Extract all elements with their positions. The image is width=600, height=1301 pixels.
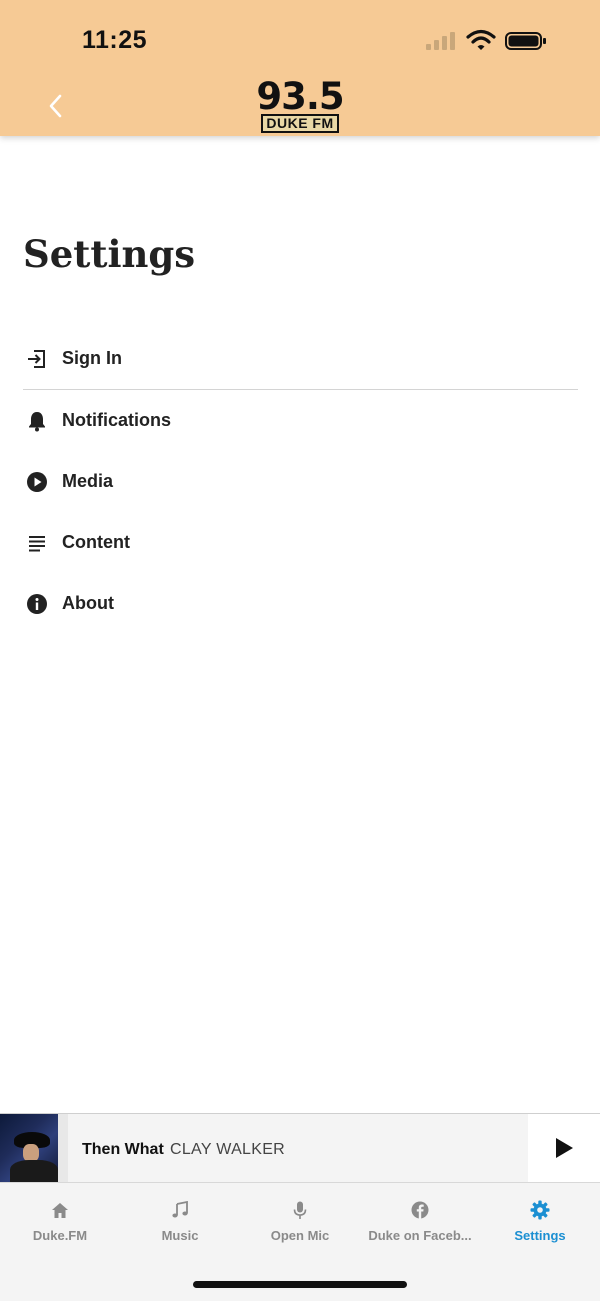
song-title: Then What	[82, 1141, 164, 1158]
status-time: 11:25	[82, 26, 148, 54]
menu-label-notifications: Notifications	[62, 410, 172, 430]
menu-label-content: Content	[62, 532, 130, 552]
menu-item-sign-in[interactable]: Sign In	[23, 328, 578, 390]
logo-number: 93.5	[256, 75, 344, 118]
cellular-signal-icon	[426, 32, 458, 50]
song-artist: CLAY WALKER	[170, 1141, 286, 1158]
menu-label-media: Media	[62, 471, 114, 491]
tab-label-settings: Settings	[514, 1228, 566, 1243]
tab-open-mic[interactable]: Open Mic	[240, 1199, 360, 1249]
play-circle-icon	[23, 468, 51, 496]
tab-settings[interactable]: Settings	[480, 1199, 600, 1249]
settings-menu: Sign In Notifications Media Content Abou…	[23, 328, 578, 634]
text-lines-icon	[23, 529, 51, 557]
menu-label-sign-in: Sign In	[62, 348, 122, 368]
home-icon	[0, 1199, 120, 1221]
sign-in-icon	[23, 345, 51, 373]
now-playing-bar[interactable]: Then What CLAY WALKER	[0, 1113, 600, 1182]
battery-icon	[505, 32, 546, 50]
info-icon	[23, 590, 51, 618]
tab-duke-fm[interactable]: Duke.FM	[0, 1199, 120, 1249]
page-title: Settings	[23, 232, 196, 276]
chevron-left-icon	[49, 94, 62, 118]
tab-duke-on-facebook[interactable]: Duke on Faceb...	[360, 1199, 480, 1249]
play-button[interactable]	[528, 1114, 600, 1182]
menu-item-about[interactable]: About	[23, 573, 578, 634]
microphone-icon	[240, 1199, 360, 1221]
tab-music[interactable]: Music	[120, 1199, 240, 1249]
gear-icon	[480, 1199, 600, 1221]
back-button[interactable]	[40, 86, 70, 126]
logo-brand: DUKE FM	[261, 114, 339, 133]
bell-icon	[23, 407, 51, 435]
station-logo: 93.5 DUKE FM	[252, 75, 348, 134]
wifi-icon	[466, 29, 496, 50]
app-header: 11:25 93.5 DUKE FM	[0, 0, 600, 136]
facebook-icon	[360, 1199, 480, 1221]
home-indicator	[193, 1281, 407, 1288]
tab-label-duke-on-facebook: Duke on Faceb...	[368, 1228, 472, 1243]
menu-label-about: About	[62, 593, 114, 613]
menu-item-content[interactable]: Content	[23, 512, 578, 573]
music-note-icon	[120, 1199, 240, 1221]
play-icon	[556, 1138, 573, 1158]
menu-item-media[interactable]: Media	[23, 451, 578, 512]
tab-label-open-mic: Open Mic	[270, 1228, 330, 1243]
tab-label-duke-fm: Duke.FM	[32, 1228, 88, 1243]
menu-item-notifications[interactable]: Notifications	[23, 390, 578, 451]
tab-label-music: Music	[161, 1228, 199, 1243]
album-art	[0, 1114, 68, 1182]
